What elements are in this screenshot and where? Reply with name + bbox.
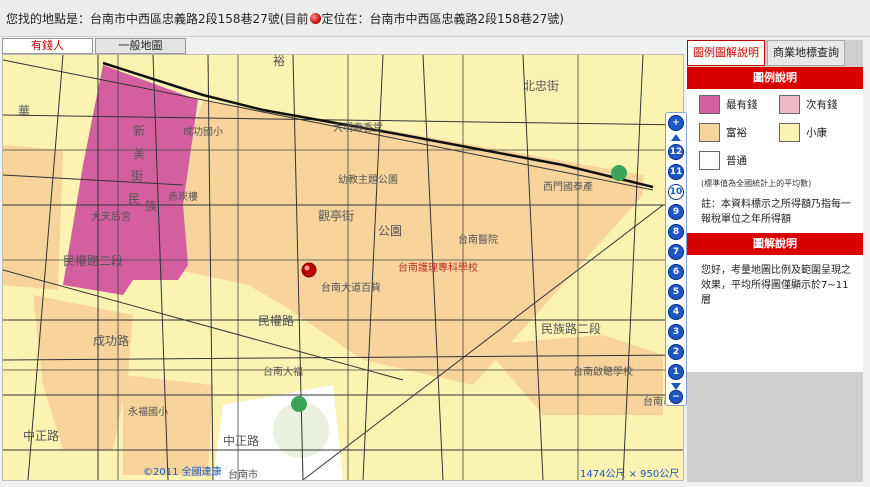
legend-note: 註：本資料標示之所得額乃指每一報稅單位之年所得額 [701, 199, 851, 225]
map-label: 新 [133, 123, 145, 138]
zoom-level-7[interactable]: 7 [668, 244, 684, 260]
zoom-level-5[interactable]: 5 [668, 284, 684, 300]
explain-text: 您好，考量地圖比例及範圍呈現之效果，平均所得圖僅顯示於7~11層 [701, 265, 851, 306]
map-scale: 1474公尺 × 950公尺 [580, 469, 680, 480]
explain-title: 圖解說明 [687, 233, 863, 255]
red-marker-icon [309, 13, 321, 24]
plus-icon[interactable]: + [668, 115, 684, 131]
map-label: 民權路二段 [63, 253, 123, 268]
legend-swatch [699, 95, 720, 114]
zoom-level-3[interactable]: 3 [668, 324, 684, 340]
map-label: 觀亭街 [318, 208, 354, 223]
zoom-level-1[interactable]: 1 [668, 364, 684, 380]
map-label: 台南護理專科學校 [398, 261, 478, 274]
tab-landmark-search[interactable]: 商業地標查詢 [767, 40, 845, 66]
address-prefix: 您找的地點是：台南市中西區忠義路2段158巷27號(目前 [6, 12, 309, 26]
minus-icon[interactable]: − [669, 390, 683, 404]
legend-list: 最有錢 次有錢 富裕 小康 普通 [687, 89, 863, 172]
map-label: 大明壽香堂 [333, 121, 383, 134]
legend-item: 次有錢 [779, 95, 859, 114]
legend-label: 富裕 [726, 127, 747, 139]
map-label: 成功路 [93, 333, 129, 348]
map-type-tabs: 有錢人 一般地圖 [2, 38, 188, 54]
zoom-level-4[interactable]: 4 [668, 304, 684, 320]
map-canvas[interactable]: 新 美 街 民 族 大天后宮 成功國小 赤崁樓 幼教主題公園 台南醫院 台南護理… [3, 55, 683, 480]
map-label: 台南啟聰學校 [573, 365, 633, 378]
legend-item: 最有錢 [699, 95, 779, 114]
legend-label: 普通 [726, 155, 747, 167]
map-label: 西門國泰產 [543, 180, 593, 193]
district-fuyu [123, 375, 213, 475]
map-label: 美 [133, 147, 145, 161]
copyright-link[interactable]: ©2011 全國達康 [143, 463, 222, 478]
red-location-marker-icon[interactable] [301, 262, 317, 278]
legend-label: 最有錢 [726, 99, 758, 111]
map-label: 民權路 [258, 313, 294, 328]
map-label: 赤崁樓 [168, 190, 198, 203]
map-label: 民 [128, 192, 140, 206]
legend-note-small: (標準值為全國統計上的平均數) [701, 179, 812, 188]
zoom-level-6[interactable]: 6 [668, 264, 684, 280]
map-label: 大天后宮 [91, 210, 131, 223]
address-suffix: 定位在：台南市中西區忠義路2段158巷27號) [321, 12, 565, 26]
legend-item: 小康 [779, 123, 859, 142]
map-label: 族 [145, 199, 157, 213]
map-label: 永福國小 [128, 405, 168, 418]
zoom-level-2[interactable]: 2 [668, 344, 684, 360]
landmark-icon[interactable] [611, 165, 627, 181]
map-label: 街 [131, 169, 143, 183]
map-label: 裕 [273, 55, 285, 68]
map-label: 公園 [378, 224, 402, 238]
legend-item: 普通 [699, 151, 779, 170]
map-label: 台南大福 [263, 365, 303, 378]
address-text: 您找的地點是：台南市中西區忠義路2段158巷27號(目前 定位在：台南市中西區忠義… [6, 10, 564, 27]
legend-title: 圖例說明 [687, 67, 863, 89]
legend-swatch [699, 123, 720, 142]
map-view[interactable]: 新 美 街 民 族 大天后宮 成功國小 赤崁樓 幼教主題公園 台南醫院 台南護理… [2, 54, 684, 481]
legend-swatch [779, 95, 800, 114]
map-label: 台南市 [228, 468, 258, 480]
legend-item: 富裕 [699, 123, 779, 142]
map-label: 中正路 [23, 428, 59, 443]
zoom-down-arrow-icon[interactable] [671, 383, 681, 390]
zoom-control[interactable]: + 12 11 10 9 8 7 6 5 4 3 2 1 − [665, 112, 687, 406]
sidebar-tabs: 圖例圖解說明 商業地標查詢 [687, 40, 863, 66]
map-label: 中正路 [223, 433, 259, 448]
zoom-level-8[interactable]: 8 [668, 224, 684, 240]
map-label: 成功國小 [183, 126, 223, 138]
legend-panel: 圖例說明 最有錢 次有錢 富裕 小康 普通 (標準值為全國統計上的平均數) 註：… [687, 67, 863, 372]
zoom-level-9[interactable]: 9 [668, 204, 684, 220]
address-bar: 您找的地點是：台南市中西區忠義路2段158巷27號(目前 定位在：台南市中西區忠義… [0, 0, 870, 37]
map-label: 華 [18, 104, 30, 118]
zoom-up-arrow-icon[interactable] [671, 134, 681, 141]
map-label: 民族路二段 [541, 321, 601, 336]
zoom-level-11[interactable]: 11 [668, 164, 684, 180]
zoom-level-10[interactable]: 10 [668, 184, 684, 200]
legend-label: 次有錢 [806, 99, 838, 111]
tab-general-map[interactable]: 一般地圖 [95, 38, 186, 54]
tab-legend[interactable]: 圖例圖解說明 [687, 40, 765, 66]
map-label: 北忠街 [523, 79, 559, 93]
tab-rich-people[interactable]: 有錢人 [2, 38, 93, 54]
map-label: 台南大道百貨 [321, 281, 381, 294]
legend-swatch [699, 151, 720, 170]
map-label: 幼教主題公園 [338, 173, 398, 186]
landmark-icon[interactable] [291, 396, 307, 412]
zoom-level-12[interactable]: 12 [668, 144, 684, 160]
sidebar: 圖例圖解說明 商業地標查詢 圖例說明 最有錢 次有錢 富裕 小康 普通 (標準值… [687, 40, 863, 482]
map-label: 台南醫院 [458, 233, 498, 246]
legend-label: 小康 [806, 127, 827, 139]
legend-swatch [779, 123, 800, 142]
